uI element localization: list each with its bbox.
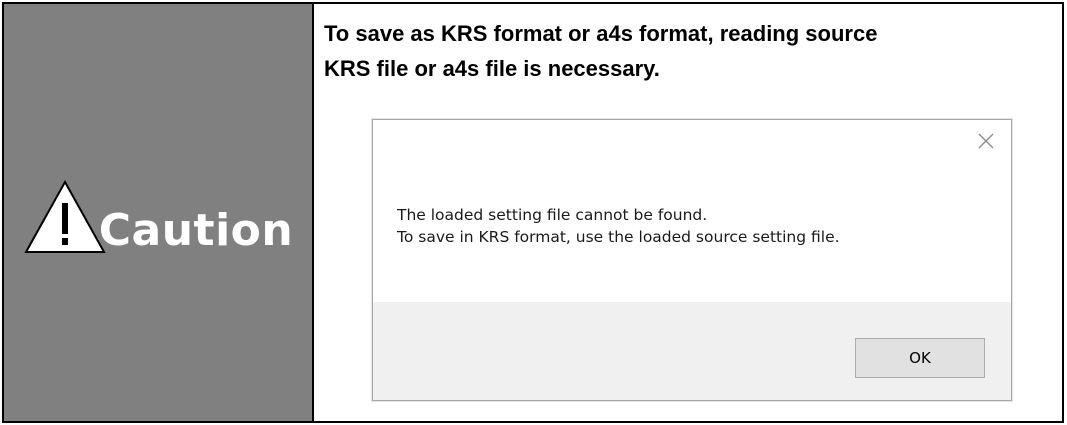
close-icon [978, 133, 994, 149]
error-dialog: The loaded setting file cannot be found.… [372, 119, 1012, 401]
caution-cell: Caution [4, 4, 314, 421]
caution-message-line-1: To save as KRS format or a4s format, rea… [324, 21, 878, 46]
content-cell: To save as KRS format or a4s format, rea… [314, 4, 1062, 421]
caution-message-line-2: KRS file or a4s file is necessary. [324, 56, 660, 81]
caution-message: To save as KRS format or a4s format, rea… [324, 16, 1044, 86]
dialog-footer: OK [373, 302, 1011, 400]
dialog-message-line-2: To save in KRS format, use the loaded so… [397, 228, 840, 246]
caution-label: Caution [98, 204, 294, 256]
dialog-close-button[interactable] [971, 126, 1001, 156]
dialog-message-line-1: The loaded setting file cannot be found. [397, 206, 708, 224]
caution-heading: Caution [23, 179, 293, 255]
dialog-message: The loaded setting file cannot be found.… [397, 204, 840, 248]
warning-triangle-icon [24, 179, 106, 253]
ok-button[interactable]: OK [855, 338, 985, 378]
caution-notice-table: Caution To save as KRS format or a4s for… [2, 2, 1064, 423]
